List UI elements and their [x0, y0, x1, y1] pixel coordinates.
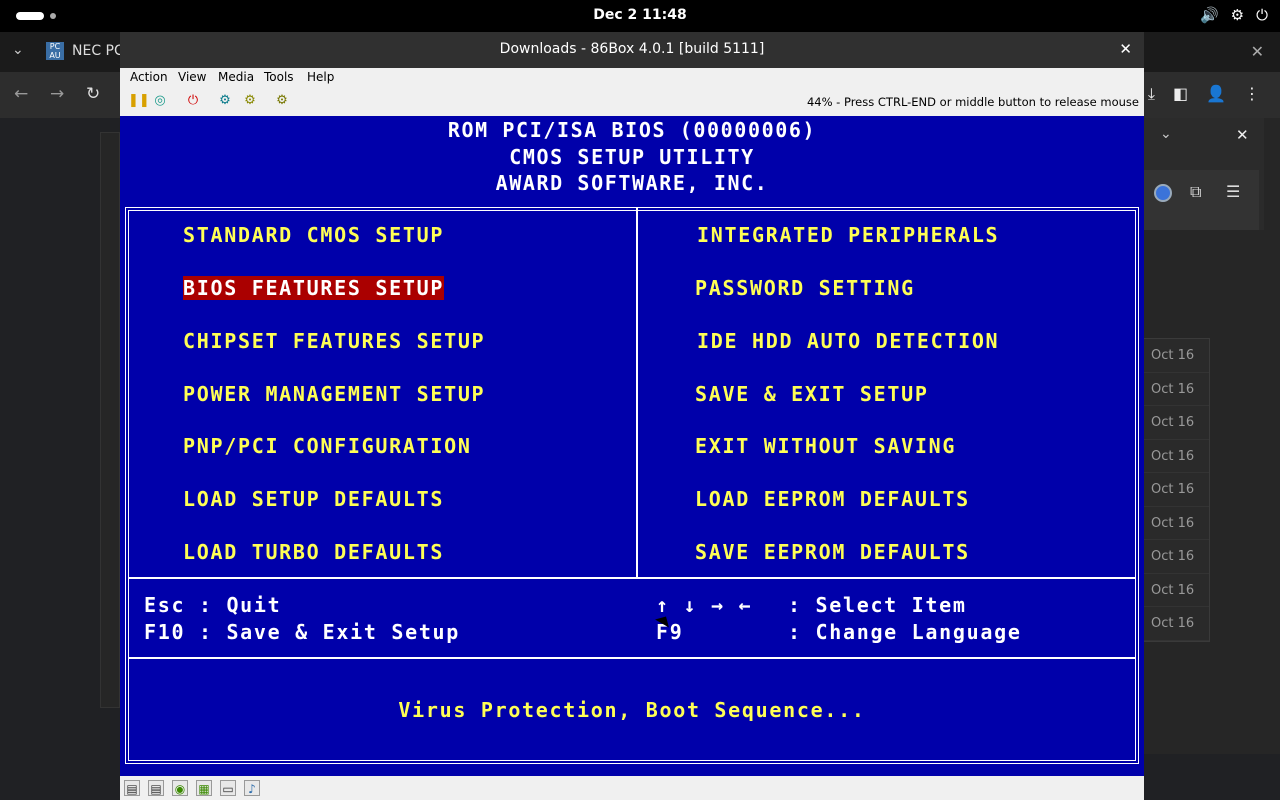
list-item: Oct 16 — [1144, 574, 1209, 607]
system-tray[interactable]: 🔊 ⚙ ⏻ — [1200, 6, 1268, 24]
sound-icon[interactable]: ♪ — [244, 780, 260, 796]
date-column: Oct 16 Oct 16 Oct 16 Oct 16 Oct 16 Oct 1… — [1144, 338, 1210, 642]
tab-favicon-icon: PC AU — [46, 42, 64, 60]
menu-tools[interactable]: Tools — [264, 70, 294, 84]
floppy-drive-a-icon[interactable]: ▤ — [124, 780, 140, 796]
hamburger-menu-icon[interactable]: ☰ — [1226, 182, 1240, 201]
cdrom-icon[interactable]: ◉ — [172, 780, 188, 796]
key-f9-description: : Change Language — [788, 620, 1022, 644]
menu-keys-divider — [128, 577, 1136, 579]
ctrl-alt-del-icon[interactable]: ◎ — [152, 93, 168, 109]
screenshot-icon[interactable]: ⚙ — [274, 93, 290, 109]
window-title: Downloads - 86Box 4.0.1 [build 5111] — [499, 41, 765, 57]
back-arrow-icon[interactable]: ← — [14, 84, 28, 104]
settings-gear-icon[interactable]: ⚙ — [217, 93, 233, 109]
menu-item-exit-without-saving[interactable]: EXIT WITHOUT SAVING — [695, 434, 956, 458]
emulator-status-bar: ▤ ▤ ◉ ▦ ▭ ♪ — [120, 776, 1144, 800]
menu-item-standard-cmos-setup[interactable]: STANDARD CMOS SETUP — [183, 223, 444, 247]
emulator-toolbar: ❚❚ ◎ ⏻ ⚙ ⚙ ⚙ 44% - Press CTRL-END or mid… — [120, 86, 1144, 116]
window-titlebar[interactable]: Downloads - 86Box 4.0.1 [build 5111] ✕ — [120, 32, 1144, 68]
menu-item-load-eeprom-defaults[interactable]: LOAD EEPROM DEFAULTS — [695, 487, 970, 511]
menu-item-password-setting[interactable]: PASSWORD SETTING — [695, 276, 915, 300]
menu-item-pnp-pci-configuration[interactable]: PNP/PCI CONFIGURATION — [183, 434, 472, 458]
list-item: Oct 16 — [1144, 373, 1209, 406]
bios-header-line-1: ROM PCI/ISA BIOS (00000006) — [447, 118, 817, 142]
menu-item-bios-features-setup[interactable]: BIOS FEATURES SETUP — [183, 276, 445, 300]
download-icon[interactable]: ⤓ — [1148, 84, 1155, 104]
menu-kebab-icon[interactable]: ⋮ — [1244, 84, 1260, 104]
emulator-window: Downloads - 86Box 4.0.1 [build 5111] ✕ A… — [120, 32, 1144, 800]
selected-item-hint: Virus Protection, Boot Sequence... — [398, 698, 866, 722]
menu-column-divider — [636, 208, 638, 578]
list-item: Oct 16 — [1144, 607, 1209, 641]
globe-icon[interactable] — [1154, 184, 1172, 202]
tab-list-chevron-icon[interactable]: ⌄ — [12, 42, 24, 58]
browser-toolbar-icons: ⤓ ◧ 👤 ⋮ — [1148, 84, 1260, 104]
menu-item-ide-hdd-auto-detection[interactable]: IDE HDD AUTO DETECTION — [697, 329, 999, 353]
menu-item-power-management-setup[interactable]: POWER MANAGEMENT SETUP — [183, 382, 485, 406]
list-item: Oct 16 — [1144, 473, 1209, 507]
extension-toolbar: ⧉ ☰ — [1144, 170, 1259, 230]
list-item: Oct 16 — [1144, 540, 1209, 574]
keys-hint-divider — [128, 657, 1136, 659]
background-panel-left — [100, 132, 120, 708]
emulated-screen[interactable]: ROM PCI/ISA BIOS (00000006) CMOS SETUP U… — [120, 116, 1144, 776]
close-window-icon[interactable]: ✕ — [1251, 42, 1264, 61]
browser-tab-title[interactable]: NEC PC — [72, 43, 124, 59]
ctrl-alt-esc-icon[interactable]: ⚙ — [242, 93, 258, 109]
list-item: Oct 16 — [1144, 440, 1209, 473]
key-f10-save-exit: F10 : Save & Exit Setup — [144, 620, 461, 644]
menu-item-save-exit-setup[interactable]: SAVE & EXIT SETUP — [695, 382, 929, 406]
network-icon[interactable]: ▭ — [220, 780, 236, 796]
menu-help[interactable]: Help — [307, 70, 334, 84]
bios-header-line-3: AWARD SOFTWARE, INC. — [495, 171, 769, 195]
system-clock[interactable]: Dec 2 11:48 — [0, 7, 1280, 23]
menu-item-save-eeprom-defaults[interactable]: SAVE EEPROM DEFAULTS — [695, 540, 970, 564]
hard-reset-icon[interactable]: ⏻ — [185, 93, 201, 109]
chevron-down-icon[interactable]: ⌄ — [1160, 126, 1172, 142]
list-item: Oct 16 — [1144, 507, 1209, 540]
close-icon[interactable]: ✕ — [1119, 40, 1132, 58]
menu-bar: Action View Media Tools Help — [120, 68, 1144, 86]
menu-item-integrated-peripherals[interactable]: INTEGRATED PERIPHERALS — [697, 223, 999, 247]
menu-view[interactable]: View — [178, 70, 206, 84]
menu-action[interactable]: Action — [130, 70, 168, 84]
menu-item-load-turbo-defaults[interactable]: LOAD TURBO DEFAULTS — [183, 540, 444, 564]
system-top-bar: Dec 2 11:48 🔊 ⚙ ⏻ — [0, 0, 1280, 32]
key-arrows-description: : Select Item — [788, 593, 967, 617]
mouse-capture-status: 44% - Press CTRL-END or middle button to… — [806, 95, 1139, 109]
menu-media[interactable]: Media — [218, 70, 254, 84]
hard-disk-icon[interactable]: ▦ — [196, 780, 212, 796]
floppy-drive-b-icon[interactable]: ▤ — [148, 780, 164, 796]
key-esc-quit: Esc : Quit — [144, 593, 282, 617]
list-item: Oct 16 — [1144, 406, 1209, 440]
account-icon[interactable]: 👤 — [1206, 84, 1226, 104]
forward-arrow-icon[interactable]: → — [50, 84, 64, 104]
pause-icon[interactable]: ❚❚ — [128, 93, 150, 109]
close-icon[interactable]: ✕ — [1236, 126, 1249, 144]
menu-item-load-setup-defaults[interactable]: LOAD SETUP DEFAULTS — [183, 487, 444, 511]
menu-item-chipset-features-setup[interactable]: CHIPSET FEATURES SETUP — [183, 329, 485, 353]
sidebar-icon[interactable]: ◧ — [1173, 84, 1188, 104]
reload-icon[interactable]: ↻ — [86, 84, 100, 104]
list-item: Oct 16 — [1144, 339, 1209, 373]
settings-icon[interactable]: ⚙ — [1231, 6, 1244, 24]
key-arrows: ↑ ↓ → ← — [656, 593, 753, 617]
volume-icon[interactable]: 🔊 — [1200, 6, 1219, 24]
power-icon[interactable]: ⏻ — [1256, 6, 1268, 24]
bios-header-line-2: CMOS SETUP UTILITY — [509, 145, 755, 169]
extensions-icon[interactable]: ⧉ — [1190, 182, 1201, 202]
